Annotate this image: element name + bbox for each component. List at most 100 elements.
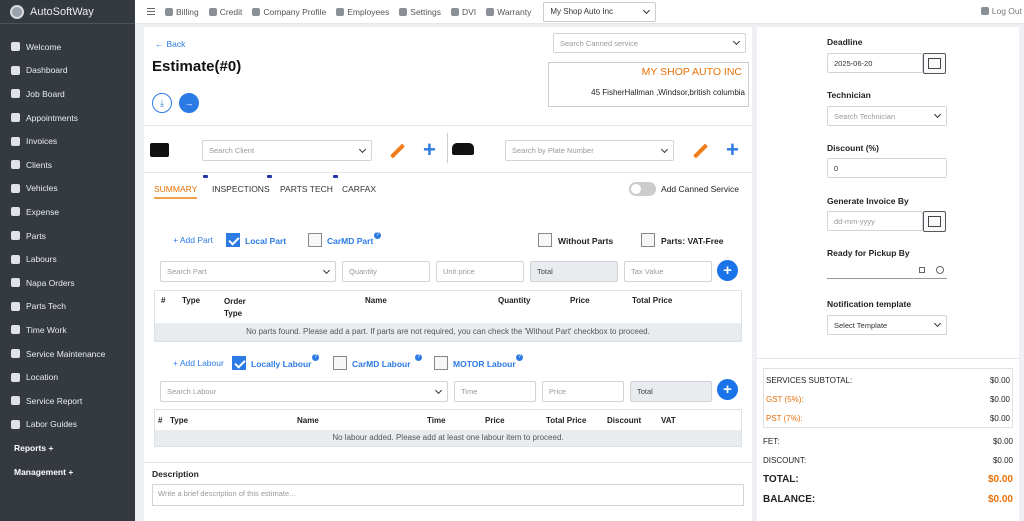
part-tax-input[interactable]: Tax Value [624,261,712,282]
add-vehicle-icon[interactable]: + [726,139,739,161]
sidebar-item-job-board[interactable]: Job Board [0,82,135,106]
chevron-down-icon [660,145,669,153]
tab-carfax[interactable]: CARFAX [342,184,376,194]
sidebar-section-reports[interactable]: Reports + [0,436,135,460]
add-labour-button[interactable]: + [717,379,738,400]
help-icon[interactable]: ? [415,354,422,361]
part-unit-price-input[interactable]: Unit price [436,261,524,282]
edit-client-icon[interactable] [390,143,405,159]
sidebar-item-vehicles[interactable]: Vehicles [0,177,135,201]
sidebar-item-parts-tech[interactable]: Parts Tech [0,295,135,319]
tab-summary[interactable]: SUMMARY [154,184,198,199]
sidebar-item-dashboard[interactable]: Dashboard [0,59,135,83]
sidebar-item-parts[interactable]: Parts [0,224,135,248]
sidebar-section-management[interactable]: Management + [0,460,135,484]
sidebar-item-labor-guides[interactable]: Labor Guides [0,413,135,437]
labour-header-type: Type [170,416,189,425]
top-link-warranty[interactable]: Warranty [486,7,531,17]
parts-header-num: # [161,296,166,305]
gauge-icon [11,65,20,75]
add-part-button[interactable]: + [717,260,738,281]
brand[interactable]: AutoSoftWay [0,0,135,24]
download-button[interactable]: ⤓ [152,93,172,113]
top-link-employees[interactable]: Employees [336,7,389,17]
pickup-input[interactable] [827,263,947,279]
labour-price-input[interactable]: Price [542,381,624,402]
parts-header-name: Name [365,296,387,305]
shop-select[interactable]: My Shop Auto Inc [543,1,657,22]
plate-search[interactable]: Search by Plate Number [505,140,674,161]
sidebar-item-service-maintenance[interactable]: Service Maintenance [0,342,135,366]
vat-free-checkbox[interactable] [641,233,655,247]
add-part-link[interactable]: + Add Part [173,235,213,245]
sidebar-item-label: Appointments [26,112,78,123]
divider [757,358,1019,359]
discount-input[interactable]: 0 [827,158,947,178]
canned-service-toggle[interactable] [629,182,656,196]
menu-icon[interactable] [147,8,155,15]
without-parts-checkbox[interactable] [538,233,552,247]
sidebar-item-clients[interactable]: Clients [0,153,135,177]
invoice-date-input[interactable]: dd-mm-yyyy [827,211,923,231]
logout-link[interactable]: Log Out [980,6,1022,16]
sidebar-item-napa-orders[interactable]: Napa Orders [0,271,135,295]
users-icon [11,160,20,170]
sidebar-item-time-work[interactable]: Time Work [0,318,135,342]
canned-service-search[interactable]: Search Canned service [553,33,746,53]
balance-row: BALANCE: $0.00 [763,494,1013,505]
local-part-checkbox[interactable] [226,233,240,247]
scale-icon [486,7,495,16]
part-quantity-input[interactable]: Quantity [342,261,430,282]
sidebar-item-labours[interactable]: Labours [0,247,135,271]
top-link-dvi[interactable]: DVI [451,7,476,17]
technician-select[interactable]: Search Technician [827,106,947,126]
part-search[interactable]: Search Part [160,261,336,282]
carmd-part-checkbox[interactable] [308,233,322,247]
sidebar-item-expense[interactable]: Expense [0,200,135,224]
services-subtotal-value: $0.00 [989,376,1010,385]
labour-search[interactable]: Search Labour [160,381,448,402]
clipboard-icon [11,89,20,99]
sidebar-item-appointments[interactable]: Appointments [0,106,135,130]
tab-indicator-dot [203,175,208,178]
sidebar-item-invoices[interactable]: Invoices [0,129,135,153]
top-link-credit[interactable]: Credit [208,7,242,17]
top-link-billing[interactable]: Billing [165,7,199,17]
next-button[interactable]: → [179,93,199,113]
logout-icon [980,7,989,15]
calendar-icon [928,216,941,227]
discount-value: 0 [834,163,839,173]
clock-icon[interactable] [936,266,944,274]
help-icon[interactable]: ? [516,354,523,361]
client-search[interactable]: Search Client [202,140,372,161]
top-link-settings[interactable]: Settings [399,7,441,17]
labour-time-input[interactable]: Time [454,381,536,402]
sidebar-item-welcome[interactable]: Welcome [0,35,135,59]
deadline-input[interactable]: 2025-06-20 [827,53,923,73]
tab-inspections[interactable]: INSPECTIONS [212,184,270,194]
add-client-icon[interactable]: + [423,139,436,161]
tab-parts-tech[interactable]: PARTS TECH [280,184,333,194]
calendar-icon[interactable] [919,267,925,273]
help-icon[interactable]: ? [374,232,381,239]
estimate-side-panel: Deadline 2025-06-20 Technician Search Te… [757,27,1019,521]
sidebar-item-location[interactable]: Location [0,365,135,389]
page-title: Estimate(#0) [152,58,242,75]
carmd-labour-checkbox[interactable] [333,356,347,370]
back-link[interactable]: ← Back [155,39,185,49]
notification-template-select[interactable]: Select Template [827,315,947,335]
help-icon[interactable]: ? [312,354,319,361]
local-labour-checkbox[interactable] [232,356,246,370]
add-labour-link[interactable]: + Add Labour [173,358,224,368]
top-link-company-profile[interactable]: Company Profile [252,7,326,17]
sidebar-item-service-report[interactable]: Service Report [0,389,135,413]
motor-labour-checkbox[interactable] [434,356,448,370]
description-textarea[interactable]: Write a brief description of this estima… [152,484,744,506]
arrow-left-icon: ← [155,39,164,49]
edit-vehicle-icon[interactable] [693,143,708,159]
invoice-calendar-button[interactable] [923,211,946,232]
brand-logo-icon [10,4,24,19]
deadline-calendar-button[interactable] [923,53,946,74]
canned-service-placeholder: Search Canned service [560,38,638,48]
chevron-down-icon [933,110,942,119]
